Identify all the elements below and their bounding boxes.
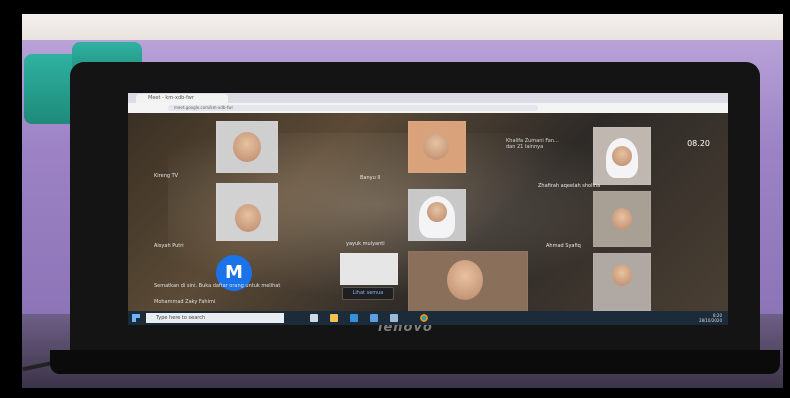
participant-name: yayuk mulyanti	[346, 241, 385, 247]
address-bar[interactable]: meet.google.com/km-xdb-fwr	[168, 105, 538, 111]
store-icon[interactable]	[370, 314, 378, 322]
participant-face	[427, 202, 447, 222]
windows-start-icon[interactable]	[132, 314, 140, 322]
browser-tab-strip: Meet - km-xdb-fwr	[128, 93, 728, 103]
windows-taskbar: Type here to search 8:20 28/10/2020	[128, 311, 728, 325]
meet-clock: 08.20	[687, 139, 710, 148]
participant-name: Banyu II	[360, 175, 381, 181]
participant-face	[612, 146, 632, 166]
participant-tile	[216, 183, 278, 241]
participant-name: Kireng TV	[154, 173, 179, 179]
participant-tile-main	[408, 251, 528, 313]
browser-tab[interactable]: Meet - km-xdb-fwr	[136, 94, 228, 103]
edge-icon[interactable]	[350, 314, 358, 322]
participant-tile	[593, 253, 651, 311]
participant-face	[612, 208, 632, 230]
participant-face	[423, 132, 449, 160]
taskbar-search-input[interactable]: Type here to search	[146, 313, 284, 323]
google-meet-grid: Kireng TV Banyu II Zhafirah aqeelah shol…	[128, 113, 728, 313]
participant-face	[612, 264, 632, 286]
see-all-button[interactable]: Lihat semua	[342, 287, 394, 300]
participant-tile	[593, 127, 651, 185]
pin-hint-text: Sematkan di sini. Buka daftar orang untu…	[154, 283, 281, 289]
photo-frame: lenovo Meet - km-xdb-fwr meet.google.com…	[0, 0, 790, 398]
laptop-screen: Meet - km-xdb-fwr meet.google.com/km-xdb…	[128, 93, 728, 325]
participant-tile	[408, 121, 466, 173]
mail-icon[interactable]	[390, 314, 398, 322]
participant-face	[447, 260, 483, 300]
system-tray: 8:20 28/10/2020	[699, 313, 722, 323]
participant-name: Ahmad Syafiq	[546, 243, 581, 249]
task-view-icon[interactable]	[310, 314, 318, 322]
meet-participant-info: Khalifa Zumani Fan... dan 21 lainnya	[506, 138, 559, 150]
file-explorer-icon[interactable]	[330, 314, 338, 322]
participant-tile	[340, 253, 398, 285]
participant-tile	[408, 189, 466, 241]
laptop-base	[50, 350, 780, 374]
participant-name: Zhafirah aqeelah sholiha	[538, 183, 601, 189]
participant-face	[235, 204, 261, 232]
participant-face	[233, 132, 261, 162]
participant-tile	[593, 191, 651, 247]
chrome-icon[interactable]	[420, 314, 428, 322]
participant-name: Aisyah Putri	[154, 243, 184, 249]
tray-date: 28/10/2020	[698, 318, 722, 323]
self-name: Mohammad Zaky Fahimi	[154, 299, 216, 305]
browser-toolbar: meet.google.com/km-xdb-fwr	[128, 103, 728, 113]
participant-tile	[216, 121, 278, 173]
